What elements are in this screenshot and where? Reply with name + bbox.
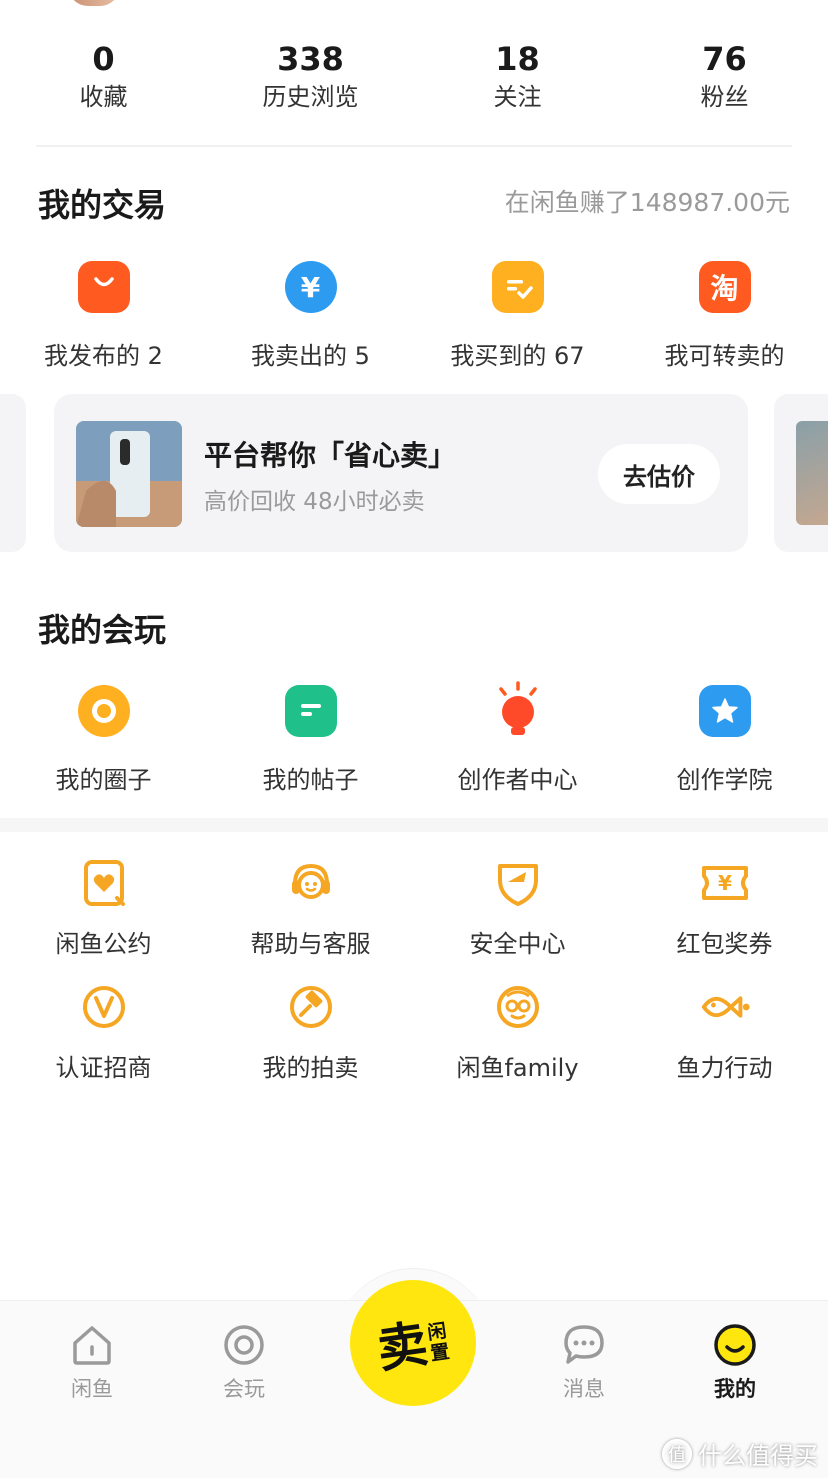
play-item-posts[interactable]: 我的帖子 [207,684,414,795]
tool-item-label: 认证招商 [55,1054,152,1082]
earned-amount[interactable]: 在闲鱼赚了148987.00元 [505,183,790,219]
estimate-price-button[interactable]: 去估价 [598,444,720,504]
tab-mine[interactable]: 我的 [685,1323,785,1403]
tool-item-label: 帮助与客服 [250,930,371,958]
divider [36,145,792,147]
trade-item-label: 我卖出的 5 [251,342,370,370]
trade-item-label: 我可转卖的 [664,342,785,370]
tool-item-help[interactable]: 帮助与客服 [207,856,414,959]
trade-item-label: 我买到的 67 [450,342,585,370]
home-icon [73,1326,111,1365]
tool-item-label: 闲鱼公约 [55,930,152,958]
promo-card[interactable]: 平台帮你「省心卖」 高价回收 48小时必卖 去估价 [54,394,748,552]
tab-messages[interactable]: 消息 [534,1323,634,1403]
tab-label: 我的 [714,1377,756,1401]
tool-item-auction[interactable]: 我的拍卖 [207,980,414,1083]
play-section-title: 我的会玩 [38,611,167,649]
tool-item-family[interactable]: 闲鱼family [414,980,621,1083]
post-icon [284,684,338,738]
yen-coin-icon: ¥ [284,260,338,314]
tool-item-coupons[interactable]: ¥ 红包奖券 [621,856,828,959]
sell-button[interactable]: 卖 闲 置 [350,1280,476,1406]
shopping-bag-icon [77,260,131,314]
gavel-icon [284,980,338,1034]
tab-play[interactable]: 会玩 [194,1323,294,1403]
stat-label: 收藏 [79,83,128,111]
watermark: 值 什么值得买 [662,1436,818,1471]
trade-item-label: 我发布的 2 [44,342,163,370]
stat-label: 粉丝 [700,83,749,111]
headset-icon [284,856,338,910]
stat-value: 18 [495,40,540,78]
play-item-creator-center[interactable]: 创作者中心 [414,681,621,795]
sell-side-char: 置 [429,1340,452,1366]
tab-home[interactable]: 闲鱼 [42,1323,142,1403]
svg-text:¥: ¥ [718,871,732,895]
play-item-label: 我的帖子 [262,766,359,794]
play-item-academy[interactable]: 创作学院 [621,684,828,795]
tab-label: 闲鱼 [71,1377,113,1401]
stat-label: 关注 [493,83,542,111]
tool-item-label: 红包奖券 [676,930,773,958]
phone-image [76,421,182,527]
avatar[interactable] [68,0,120,6]
verified-v-icon [77,980,131,1034]
tools-grid-row-1: 闲鱼公约 帮助与客服 安全中心 ¥ 红包奖券 [0,856,828,959]
trade-item-resell[interactable]: 淘 我可转卖的 [621,260,828,371]
lightbulb-icon [491,681,545,738]
circle-icon [77,684,131,738]
tool-item-label: 闲鱼family [456,1054,579,1082]
tool-item-label: 鱼力行动 [676,1054,773,1082]
trade-grid: 我发布的 2 ¥ 我卖出的 5 我买到的 67 淘 我可转卖的 [0,260,828,371]
phone-image [796,421,828,525]
tools-grid-row-2: 认证招商 我的拍卖 闲鱼family 鱼力行动 [0,980,828,1083]
stat-history[interactable]: 338 历史浏览 [207,38,414,128]
taobao-icon: 淘 [698,260,752,314]
trade-item-sold[interactable]: ¥ 我卖出的 5 [207,260,414,371]
coupon-icon: ¥ [698,856,752,910]
promo-title: 平台帮你「省心卖」 [204,439,457,472]
play-item-label: 我的圈子 [55,766,152,794]
tool-item-convention[interactable]: 闲鱼公约 [0,856,207,959]
tool-item-certification[interactable]: 认证招商 [0,980,207,1083]
chat-bubble-icon [564,1325,604,1364]
stats-row: 0 收藏 338 历史浏览 18 关注 76 粉丝 [0,38,828,128]
play-grid: 我的圈子 我的帖子 创作者中心 创作学院 [0,681,828,795]
stat-value: 0 [92,40,115,78]
tab-label: 消息 [563,1377,605,1401]
target-icon [224,1325,264,1365]
promo-subtitle: 高价回收 48小时必卖 [204,489,425,515]
tool-item-label: 安全中心 [469,930,566,958]
trade-section-title: 我的交易 [38,186,167,224]
play-item-circles[interactable]: 我的圈子 [0,684,207,795]
trade-item-published[interactable]: 我发布的 2 [0,260,207,371]
order-check-icon [491,260,545,314]
stat-value: 76 [702,40,747,78]
sell-label: 卖 [374,1313,432,1380]
watermark-text: 什么值得买 [698,1442,818,1470]
sell-side-label: 闲 置 [427,1320,452,1366]
carousel-card-next[interactable] [774,394,828,552]
tool-item-label: 我的拍卖 [262,1054,359,1082]
stat-value: 338 [277,40,344,78]
stat-following[interactable]: 18 关注 [414,38,621,128]
fish-icon [698,980,752,1034]
watermark-logo-icon: 值 [662,1438,692,1469]
tab-label: 会玩 [223,1377,265,1401]
section-separator [0,818,828,832]
smiley-icon [714,1324,756,1366]
trade-item-bought[interactable]: 我买到的 67 [414,260,621,371]
stat-label: 历史浏览 [262,83,359,111]
stat-fans[interactable]: 76 粉丝 [621,38,828,128]
star-icon [698,684,752,738]
play-item-label: 创作者中心 [457,766,578,794]
carousel-card-prev[interactable] [0,394,26,552]
play-item-label: 创作学院 [676,766,773,794]
tool-item-security[interactable]: 安全中心 [414,856,621,959]
stat-favorites[interactable]: 0 收藏 [0,38,207,128]
heart-card-icon [77,856,131,910]
family-face-icon [491,980,545,1034]
tool-item-fish-action[interactable]: 鱼力行动 [621,980,828,1083]
shield-icon [491,856,545,910]
